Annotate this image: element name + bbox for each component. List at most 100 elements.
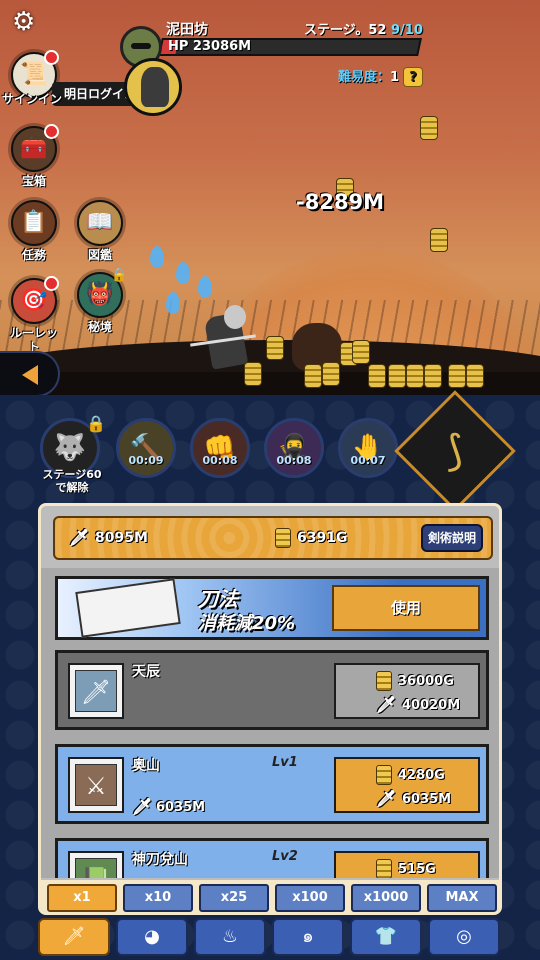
mission-scroll-icon: 📋: [11, 200, 57, 246]
gold-coin-icon: [275, 528, 291, 548]
use-button[interactable]: 使用: [332, 585, 480, 631]
green-scroll-icon: 📗: [75, 858, 117, 878]
blade-slash-icon: ⟆: [446, 426, 464, 475]
tab-sword[interactable]: 🗡: [38, 918, 110, 956]
sword-hilt-icon: 🗡: [75, 670, 117, 712]
list-item: 📗 神刀兌山 Lv2 515G: [55, 838, 489, 878]
item-power: 🗡 6035M: [132, 797, 206, 816]
gold-cost: 4280G: [376, 765, 445, 785]
gold-coin[interactable]: [430, 228, 448, 252]
bottom-tab-bar: 🗡 ◕ ♨ ๑ 👕 ◎: [38, 918, 502, 958]
swirl-icon: ๑: [302, 926, 314, 947]
item-name: 奥山: [132, 758, 160, 774]
fist-icon: 👊 00:08: [190, 418, 250, 478]
gold-cost: 515G: [376, 859, 436, 878]
sidebar-secret[interactable]: 👹 🔒 秘境: [74, 268, 127, 334]
upgrade-panel: 🗡 8095M 6391G 剣術説明 刀法 消耗減20% 使用 🗡 天辰 360…: [38, 503, 502, 915]
skill-unlock-text: ステージ60 で解除: [42, 468, 102, 494]
difficulty-value: 1: [390, 70, 400, 85]
upgrade-cost-button[interactable]: 515G: [334, 851, 480, 878]
dagger-icon: 🗡: [376, 695, 397, 714]
list-item: ⚔ 奥山 Lv1 🗡 6035M 4280G 🗡 6035M: [55, 744, 489, 824]
gold-coin[interactable]: [466, 364, 484, 388]
hero-portrait[interactable]: [124, 58, 182, 116]
skill-slot-4[interactable]: 🤚 00:07: [338, 418, 400, 478]
collapse-arrow-button[interactable]: [0, 351, 60, 397]
item-level: Lv2: [272, 849, 298, 864]
promo-subtitle: 消耗減20%: [198, 613, 296, 634]
spirit-icon: ◕: [144, 926, 160, 947]
multiplier-max[interactable]: MAX: [427, 884, 497, 912]
spirit-flame: [198, 276, 212, 298]
gold-coin[interactable]: [406, 364, 424, 388]
lock-icon: 🔒: [86, 414, 106, 433]
upgrade-cost-button[interactable]: 36000G 🗡 40020M: [334, 663, 480, 719]
secret-label: 秘境: [87, 320, 112, 334]
blade-resource: 🗡 8095M: [69, 528, 148, 548]
gold-coin[interactable]: [420, 116, 438, 140]
gold-coin[interactable]: [448, 364, 466, 388]
gold-coin-icon: [376, 859, 392, 878]
notification-badge: [44, 50, 59, 65]
list-item: 🗡 天辰 36000G 🗡 40020M: [55, 650, 489, 730]
gold-coin[interactable]: [322, 362, 340, 386]
multiplier-x10[interactable]: x10: [123, 884, 193, 912]
boss-name: 泥田坊: [166, 22, 208, 38]
upgrade-cost-button[interactable]: 4280G 🗡 6035M: [334, 757, 480, 813]
gold-coin[interactable]: [266, 336, 284, 360]
sidebar-encyclopedia[interactable]: 📖 図鑑: [74, 200, 126, 262]
item-thumbnail: 📗: [68, 851, 124, 878]
shirt-icon: 👕: [374, 926, 398, 947]
sidebar-mission[interactable]: 📋 任務: [8, 200, 60, 262]
gold-coin[interactable]: [244, 362, 262, 386]
upgrade-list[interactable]: 刀法 消耗減20% 使用 🗡 天辰 36000G 🗡 40020M ⚔ 奥山 Lv…: [41, 568, 499, 878]
explain-button[interactable]: 剣術説明: [421, 524, 483, 552]
stage-label: ステージ。52: [304, 23, 387, 38]
encyclopedia-label: 図鑑: [87, 248, 112, 262]
resource-bar: 🗡 8095M 6391G 剣術説明: [53, 516, 493, 560]
skill-timer: 00:09: [128, 454, 164, 467]
spirit-flame: [176, 262, 190, 284]
multiplier-x25[interactable]: x25: [199, 884, 269, 912]
gear-icon[interactable]: ⚙: [12, 8, 40, 36]
skill-timer: 00:08: [276, 454, 312, 467]
notification-badge: [44, 276, 59, 291]
skill-slot-locked[interactable]: 🐺 🔒 ステージ60 で解除: [40, 414, 106, 494]
tab-fire[interactable]: ♨: [194, 918, 266, 956]
dagger-icon: 🗡: [132, 797, 153, 816]
tab-spirit[interactable]: ◕: [116, 918, 188, 956]
item-name: 神刀兌山: [132, 852, 188, 868]
blade-value: 8095M: [95, 530, 148, 546]
chest-label: 宝箱: [21, 174, 46, 188]
chest-icon: 🧰: [11, 124, 59, 172]
multiplier-x1[interactable]: x1: [47, 884, 117, 912]
sidebar-roulette[interactable]: 🎯 ルーレット: [8, 276, 60, 354]
multiplier-x100[interactable]: x100: [275, 884, 345, 912]
gold-coin[interactable]: [424, 364, 442, 388]
sidebar-chest[interactable]: 🧰 宝箱: [8, 124, 60, 188]
gold-coin[interactable]: [352, 340, 370, 364]
spirit-flame: [166, 292, 180, 314]
demon-mask-icon: 👹 🔒: [77, 268, 127, 318]
skill-slot-1[interactable]: 🔨 00:09: [116, 418, 178, 478]
skill-slot-3[interactable]: 🥷 00:08: [264, 418, 326, 478]
multiplier-x1000[interactable]: x1000: [351, 884, 421, 912]
difficulty-indicator: 難易度：1?: [338, 66, 424, 87]
mission-label: 任務: [21, 248, 46, 262]
gold-coin[interactable]: [368, 364, 386, 388]
tab-wave[interactable]: ◎: [428, 918, 500, 956]
boss-hp-bar: 泥田坊 ステージ。52 9/10 HP 23086M: [120, 16, 430, 68]
hp-text: HP 23086M: [168, 39, 252, 54]
gold-resource: 6391G: [275, 528, 347, 548]
gold-coin[interactable]: [388, 364, 406, 388]
blade-cost: 🗡 6035M: [376, 789, 452, 808]
item-thumbnail: 🗡: [68, 663, 124, 719]
signin-label: サインイン: [1, 92, 62, 106]
scroll-art-icon: [75, 578, 181, 638]
skill-slot-2[interactable]: 👊 00:08: [190, 418, 252, 478]
hammer-icon: 🔨 00:09: [116, 418, 176, 478]
tab-swirl[interactable]: ๑: [272, 918, 344, 956]
help-button[interactable]: ?: [403, 67, 424, 87]
gold-coin[interactable]: [304, 364, 322, 388]
tab-armor[interactable]: 👕: [350, 918, 422, 956]
